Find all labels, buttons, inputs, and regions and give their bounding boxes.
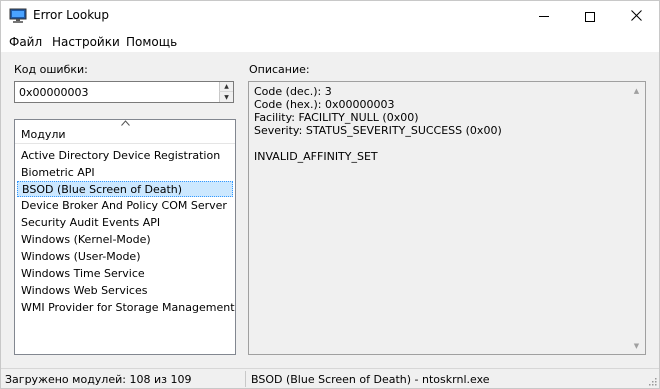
list-item[interactable]: Biometric API	[17, 165, 233, 181]
spin-up-icon: ▲	[224, 83, 229, 90]
scroll-up-button[interactable]: ▲	[628, 82, 645, 99]
status-bar: Загружено модулей: 108 из 109 BSOD (Blue…	[1, 368, 659, 388]
list-item[interactable]: Windows Time Service	[17, 266, 233, 282]
close-button[interactable]	[613, 1, 659, 32]
error-code-input[interactable]: 0x00000003	[19, 86, 89, 99]
window-title: Error Lookup	[33, 8, 110, 22]
size-grip-icon[interactable]	[647, 376, 657, 386]
sort-up-icon	[121, 119, 130, 129]
list-item[interactable]: Windows Web Services	[17, 283, 233, 299]
description-line: Code (dec.): 3	[254, 85, 332, 98]
description-line: Code (hex.): 0x00000003	[254, 98, 395, 111]
error-code-label: Код ошибки:	[14, 63, 88, 76]
scroll-up-icon: ▲	[633, 86, 640, 95]
list-item[interactable]: Device Broker And Policy COM Server	[17, 198, 233, 214]
maximize-button[interactable]	[567, 1, 613, 32]
spin-down-button[interactable]: ▼	[219, 92, 233, 102]
status-modules-loaded: Загружено модулей: 108 из 109	[5, 373, 192, 386]
list-item[interactable]: Active Directory Device Registration	[17, 148, 233, 164]
close-icon	[630, 9, 642, 24]
description-label: Описание:	[249, 63, 310, 76]
list-item[interactable]: Windows (User-Mode)	[17, 249, 233, 265]
error-code-spinbox[interactable]: 0x00000003 ▲ ▼	[14, 81, 234, 103]
error-lookup-window: Error Lookup Файл Настройки Помощь Код о…	[0, 0, 660, 389]
spin-down-icon: ▼	[224, 93, 229, 101]
menu-help[interactable]: Помощь	[126, 35, 177, 49]
menu-settings[interactable]: Настройки	[52, 35, 120, 49]
spin-up-button[interactable]: ▲	[219, 82, 233, 92]
description-line: Facility: FACILITY_NULL (0x00)	[254, 111, 419, 124]
modules-header-label: Модули	[21, 128, 66, 141]
description-scrollbar[interactable]: ▲ ▼	[628, 82, 645, 354]
maximize-icon	[585, 11, 595, 22]
menu-bar: Файл Настройки Помощь	[1, 32, 659, 52]
minimize-button[interactable]	[521, 1, 567, 32]
title-bar[interactable]: Error Lookup	[1, 1, 659, 32]
modules-column-header[interactable]: Модули	[15, 120, 235, 144]
status-separator	[245, 371, 246, 387]
scroll-down-button[interactable]: ▼	[628, 337, 645, 354]
list-item[interactable]: Security Audit Events API	[17, 215, 233, 231]
scroll-down-icon: ▼	[633, 341, 640, 350]
menu-file[interactable]: Файл	[9, 35, 42, 49]
list-item[interactable]: Windows (Kernel-Mode)	[17, 232, 233, 248]
list-item[interactable]: WMI Provider for Storage Management	[17, 300, 235, 316]
description-line: INVALID_AFFINITY_SET	[254, 150, 378, 163]
spin-buttons: ▲ ▼	[219, 82, 233, 102]
status-selected-module: BSOD (Blue Screen of Death) - ntoskrnl.e…	[251, 373, 490, 386]
description-textbox[interactable]: Code (dec.): 3 Code (hex.): 0x00000003 F…	[248, 81, 646, 355]
app-monitor-icon	[9, 8, 27, 24]
minimize-icon	[539, 16, 549, 17]
modules-list[interactable]: Модули Active Directory Device Registrat…	[14, 119, 236, 355]
list-item-selected[interactable]: BSOD (Blue Screen of Death)	[17, 181, 233, 197]
description-line: Severity: STATUS_SEVERITY_SUCCESS (0x00)	[254, 124, 502, 137]
